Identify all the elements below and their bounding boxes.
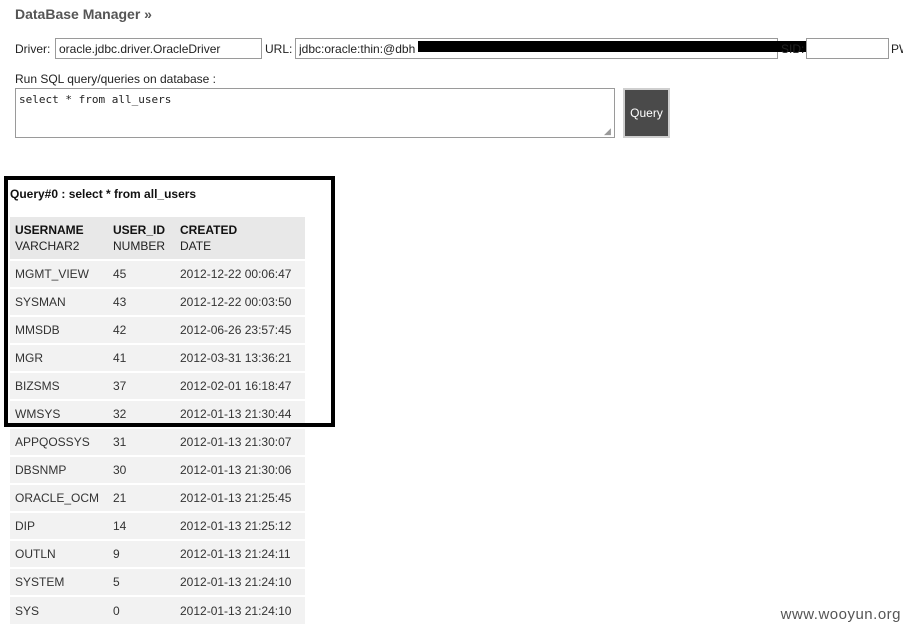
url-label: URL: xyxy=(265,42,293,56)
table-cell: MGMT_VIEW xyxy=(10,259,108,288)
table-row: SYS 0 2012-01-13 21:24:10 xyxy=(10,595,305,624)
table-row: WMSYS 32 2012-01-13 21:30:44 xyxy=(10,399,305,428)
table-cell: SYSMAN xyxy=(10,287,108,316)
table-cell: 2012-03-31 13:36:21 xyxy=(175,343,305,372)
driver-field[interactable] xyxy=(55,38,262,59)
table-row: MGMT_VIEW 45 2012-12-22 00:06:47 xyxy=(10,259,305,288)
sid-field[interactable] xyxy=(806,38,889,59)
table-cell: MGR xyxy=(10,343,108,372)
sql-query-input[interactable]: select * from all_users xyxy=(15,88,615,138)
driver-label: Driver: xyxy=(15,42,51,56)
column-name: USER_ID xyxy=(113,223,166,237)
page-title: DataBase Manager » xyxy=(15,6,152,22)
result-title: Query#0 : select * from all_users xyxy=(10,187,197,201)
sql-label: Run SQL query/queries on database : xyxy=(15,72,217,86)
table-cell: WMSYS xyxy=(10,399,108,428)
table-row: OUTLN 9 2012-01-13 21:24:11 xyxy=(10,539,305,568)
column-header: CREATED DATE xyxy=(175,217,305,260)
table-cell: 43 xyxy=(108,287,175,316)
table-row: SYSMAN 43 2012-12-22 00:03:50 xyxy=(10,287,305,316)
table-cell: 30 xyxy=(108,455,175,484)
sid-label: SID: xyxy=(781,42,805,56)
table-cell: APPQOSSYS xyxy=(10,427,108,456)
table-header-row: USERNAME VARCHAR2 USER_ID NUMBER CREATED DA… xyxy=(10,217,305,260)
table-cell: 41 xyxy=(108,343,175,372)
table-cell: 2012-01-13 21:24:11 xyxy=(175,539,305,568)
table-row: DBSNMP 30 2012-01-13 21:30:06 xyxy=(10,455,305,484)
table-row: SYSTEM 5 2012-01-13 21:24:10 xyxy=(10,567,305,596)
table-row: DIP 14 2012-01-13 21:25:12 xyxy=(10,511,305,540)
column-name: CREATED xyxy=(180,223,238,237)
table-row: MGR 41 2012-03-31 13:36:21 xyxy=(10,343,305,372)
column-name: USERNAME xyxy=(15,223,84,237)
pw-label: PW xyxy=(891,42,903,56)
table-cell: 2012-06-26 23:57:45 xyxy=(175,315,305,344)
table-cell: 2012-01-13 21:30:44 xyxy=(175,399,305,428)
table-cell: SYS xyxy=(10,595,108,624)
table-cell: DBSNMP xyxy=(10,455,108,484)
table-row: ORACLE_OCM 21 2012-01-13 21:25:45 xyxy=(10,483,305,512)
watermark: www.wooyun.org xyxy=(780,606,901,623)
table-cell: OUTLN xyxy=(10,539,108,568)
table-cell: MMSDB xyxy=(10,315,108,344)
table-cell: 2012-01-13 21:25:12 xyxy=(175,511,305,540)
table-cell: ORACLE_OCM xyxy=(10,483,108,512)
table-cell: 2012-01-13 21:24:10 xyxy=(175,567,305,596)
table-cell: 31 xyxy=(108,427,175,456)
table-cell: DIP xyxy=(10,511,108,540)
column-type: NUMBER xyxy=(113,239,166,253)
table-cell: 9 xyxy=(108,539,175,568)
table-row: MMSDB 42 2012-06-26 23:57:45 xyxy=(10,315,305,344)
column-header: USER_ID NUMBER xyxy=(108,217,175,260)
column-header: USERNAME VARCHAR2 xyxy=(10,217,108,260)
table-cell: 2012-01-13 21:30:07 xyxy=(175,427,305,456)
table-cell: 5 xyxy=(108,567,175,596)
table-cell: 42 xyxy=(108,315,175,344)
table-cell: 14 xyxy=(108,511,175,540)
query-button[interactable]: Query xyxy=(623,88,670,138)
table-cell: 45 xyxy=(108,259,175,288)
table-cell: SYSTEM xyxy=(10,567,108,596)
result-table: USERNAME VARCHAR2 USER_ID NUMBER CREATED DA… xyxy=(10,217,305,624)
table-cell: 37 xyxy=(108,371,175,400)
column-type: DATE xyxy=(180,239,212,253)
table-cell: 0 xyxy=(108,595,175,624)
table-row: APPQOSSYS 31 2012-01-13 21:30:07 xyxy=(10,427,305,456)
resize-grip-icon[interactable]: ◢ xyxy=(604,127,613,136)
table-cell: 21 xyxy=(108,483,175,512)
table-cell: 2012-12-22 00:06:47 xyxy=(175,259,305,288)
table-cell: 2012-02-01 16:18:47 xyxy=(175,371,305,400)
table-cell: 32 xyxy=(108,399,175,428)
table-cell: 2012-12-22 00:03:50 xyxy=(175,287,305,316)
table-cell: 2012-01-13 21:25:45 xyxy=(175,483,305,512)
table-cell: 2012-01-13 21:30:06 xyxy=(175,455,305,484)
table-row: BIZSMS 37 2012-02-01 16:18:47 xyxy=(10,371,305,400)
column-type: VARCHAR2 xyxy=(15,239,80,253)
table-cell: 2012-01-13 21:24:10 xyxy=(175,595,305,624)
table-cell: BIZSMS xyxy=(10,371,108,400)
